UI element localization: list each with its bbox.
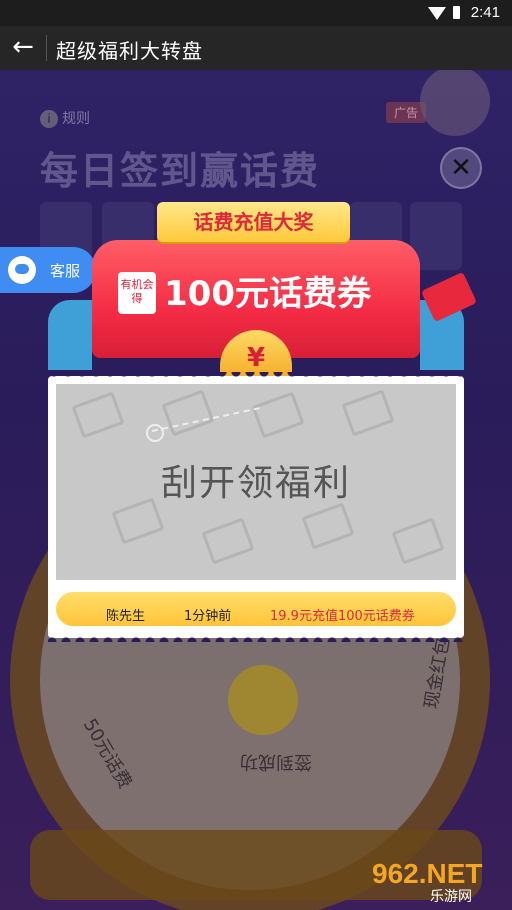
winner-name: 陈先生 [106,609,146,624]
chance-badge: 有机会得 [118,272,156,314]
winners-ticker: 陈先生 1分钟前 19.9元充值100元话费券 [56,592,456,626]
prize-amount: 100元话费券 [164,274,371,314]
winners-row: 陈先生 1分钟前 19.9元充值100元话费券 [56,605,456,624]
ticket-pattern-icon [251,391,305,439]
scratch-prompt: 刮开领福利 [160,463,351,504]
winner-time: 1分钟前 [184,609,232,624]
ticket-pattern-icon [391,517,445,565]
back-arrow-icon[interactable]: ← [8,32,38,62]
perforation [48,372,464,380]
prize-ribbon: 话费充值大奖 [157,202,350,242]
swipe-start-icon [146,424,164,442]
watermark-logo: 962.NET 乐游网 [372,858,504,905]
prize-tag [420,70,490,136]
app-bar: ← 超级福利大转盘 [0,26,512,70]
ticket-pattern-icon [161,389,215,437]
wifi-icon [428,7,446,20]
rules-label: 规则 [62,111,90,127]
headset-icon [8,256,36,284]
customer-service-button[interactable]: 客服 [0,247,96,293]
winners-row-partial [56,592,456,599]
customer-service-label: 客服 [50,262,81,280]
ticket-pattern-icon [341,389,395,437]
winner-prize: 19.9元充值100元话费券 [270,609,415,624]
watermark-site: 乐游网 [430,889,472,905]
status-bar: 2:41 [0,0,512,26]
ticket-pattern-icon [301,502,355,550]
close-icon: ✕ [450,153,472,183]
banner-side [48,300,92,370]
close-button[interactable]: ✕ [440,147,482,189]
divider [46,35,47,61]
page-title: 超级福利大转盘 [56,39,203,63]
ticket-pattern-icon [71,391,125,439]
smiley-coin-icon [228,665,298,735]
status-time: 2:41 [470,4,500,21]
perforation [48,634,464,642]
scratch-card: 刮开领福利 陈先生 1分钟前 19.9元充值100元话费券 [48,372,464,642]
ticket-pattern-icon [201,517,255,565]
rules-link[interactable]: i 规则 [40,108,90,128]
headline: 每日签到赢话费 [40,149,321,193]
battery-icon [453,6,460,19]
wheel-label: 签到成功 [240,751,312,772]
scratch-area[interactable]: 刮开领福利 [56,384,456,580]
info-icon: i [40,110,58,128]
